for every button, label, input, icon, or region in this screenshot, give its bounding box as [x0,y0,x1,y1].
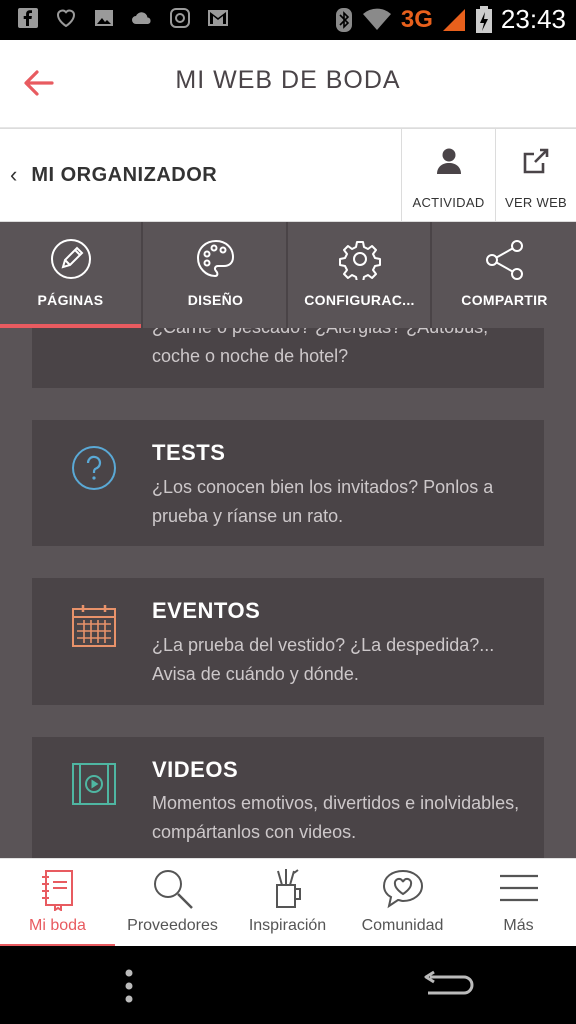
tab-label: CONFIGURAC... [304,292,415,308]
system-navigation-bar [0,946,576,1024]
share-icon [485,240,523,280]
nav-label: Más [503,917,534,934]
tab-label: PÁGINAS [37,292,104,308]
user-icon [436,148,461,174]
chevron-left-icon: ‹ [10,162,18,187]
question-icon [72,446,116,490]
tab-compartir[interactable]: COMPARTIR [433,222,576,328]
section-tabs: PÁGINAS DISEÑO CONFIGURAC... COMPARTIR [0,222,576,328]
image-icon [95,10,113,26]
pencil-icon [50,239,91,279]
page-card-menu[interactable]: ¿Carne o pescado? ¿Alergias? ¿Autobús, c… [32,328,544,388]
cloud-icon [132,12,151,24]
menu-icon [499,874,538,902]
bluetooth-icon [335,7,352,32]
organizer-link[interactable]: ‹ MI ORGANIZADOR [0,129,400,221]
video-icon [72,763,116,805]
signal-icon [442,8,465,31]
nav-label: Comunidad [361,917,444,934]
system-back-icon[interactable] [418,970,476,1002]
nav-label: Proveedores [127,917,218,934]
nav-inspiracion[interactable]: Inspiración [230,859,345,947]
overflow-menu-icon[interactable] [122,968,136,1004]
instagram-icon [170,8,190,28]
notification-icons [16,6,230,30]
organizer-row: ‹ MI ORGANIZADOR ACTIVIDAD VER WEB [0,128,576,222]
activity-label: ACTIVIDAD [412,195,485,210]
page-card-videos[interactable]: VIDEOS Momentos emotivos, divertidos e i… [32,737,544,858]
status-bar: 3G 23:43 [0,0,576,40]
view-web-label: VER WEB [504,195,568,210]
search-icon [153,870,193,909]
gmail-icon [208,10,228,26]
card-title: EVENTOS [152,598,261,623]
pages-list: ¿Carne o pescado? ¿Alergias? ¿Autobús, c… [0,328,576,858]
card-title: TESTS [152,440,226,465]
nav-label: Inspiración [248,917,327,934]
calendar-icon [72,605,116,647]
heart-icon [56,9,76,28]
card-description: ¿Carne o pescado? ¿Alergias? ¿Autobús, c… [152,328,488,366]
nav-proveedores[interactable]: Proveedores [115,859,230,947]
brush-cup-icon [275,869,301,908]
clock: 23:43 [500,4,566,34]
tab-paginas[interactable]: PÁGINAS [0,222,143,328]
app-header: MI WEB DE BODA [0,40,576,128]
view-web-button[interactable]: VER WEB [495,129,576,221]
tab-diseno[interactable]: DISEÑO [145,222,288,328]
network-type: 3G [400,5,433,33]
tab-label: DISEÑO [187,292,244,308]
battery-icon [475,5,492,33]
page-card-eventos[interactable]: EVENTOS ¿La prueba del vestido? ¿La desp… [32,578,544,705]
external-link-icon [523,148,549,174]
page-card-tests[interactable]: TESTS ¿Los conocen bien los invitados? P… [32,420,544,546]
card-title: VIDEOS [152,757,239,782]
card-description: ¿La prueba del vestido? ¿La despedida?..… [152,635,495,684]
system-status: 3G 23:43 [335,4,566,35]
organizer-label: MI ORGANIZADOR [31,163,218,186]
heart-bubble-icon [382,869,423,909]
nav-comunidad[interactable]: Comunidad [345,859,460,947]
facebook-icon [18,8,38,28]
card-description: Momentos emotivos, divertidos e inolvida… [152,793,520,842]
gear-icon [338,241,381,280]
nav-mas[interactable]: Más [461,859,576,947]
notebook-icon [41,870,73,911]
card-description: ¿Los conocen bien los invitados? Ponlos … [152,477,494,526]
tab-configuracion[interactable]: CONFIGURAC... [289,222,432,328]
nav-label: Mi boda [29,917,86,934]
nav-mi-boda[interactable]: Mi boda [0,859,115,947]
wifi-icon [362,8,391,30]
tab-label: COMPARTIR [461,292,548,308]
page-title: MI WEB DE BODA [175,66,401,94]
palette-icon [196,239,234,278]
bottom-navigation: Mi boda Proveedores Inspiración Comunida… [0,858,576,947]
activity-button[interactable]: ACTIVIDAD [401,129,495,221]
